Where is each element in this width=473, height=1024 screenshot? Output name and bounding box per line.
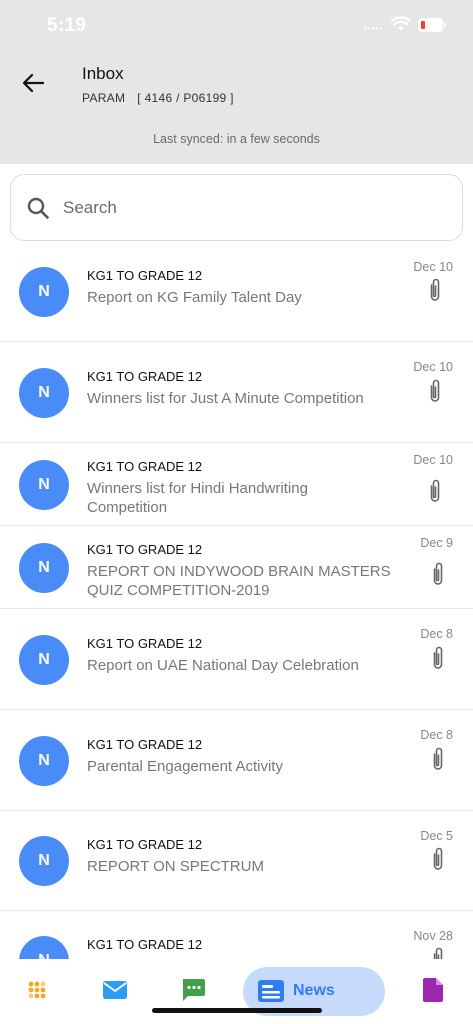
- student-info: PARAM [ 4146 / P06199 ]: [82, 91, 234, 105]
- avatar: N: [19, 459, 69, 510]
- message-row[interactable]: N KG1 TO GRADE 12 Winners list for Hindi H…: [0, 443, 473, 526]
- avatar: N: [19, 634, 69, 685]
- dots-grid-icon: [28, 981, 46, 999]
- student-name: PARAM: [82, 91, 126, 105]
- sync-status: Last synced: in a few seconds: [153, 132, 320, 146]
- message-sender: KG1 TO GRADE 12: [87, 459, 203, 474]
- message-sender: KG1 TO GRADE 12: [87, 635, 203, 651]
- attachment-icon: [430, 745, 446, 773]
- search-input[interactable]: [63, 189, 443, 227]
- attachment-icon: [427, 276, 443, 304]
- mail-icon: [103, 981, 127, 999]
- avatar: N: [19, 542, 69, 593]
- news-icon: [258, 980, 284, 1002]
- search-icon: [27, 197, 49, 219]
- page-title: Inbox: [82, 64, 124, 83]
- student-code: [ 4146 / P06199 ]: [137, 91, 234, 105]
- attachment-icon: [430, 945, 446, 959]
- message-row[interactable]: N KG1 TO GRADE 12 Report on KG Family Tale…: [0, 242, 473, 342]
- avatar: N: [19, 367, 69, 418]
- attachment-icon: [427, 477, 443, 505]
- message-row[interactable]: N KG1 TO GRADE 12 Report on UAE National D…: [0, 609, 473, 710]
- nav-item-documents[interactable]: [418, 975, 448, 1005]
- message-row[interactable]: N KG1 TO GRADE 12 REPORT ON INDYWOOD BRAIN…: [0, 526, 473, 609]
- avatar: N: [19, 735, 69, 786]
- message-subject: Report on UAE National Day Celebration: [87, 656, 359, 674]
- message-sender: KG1 TO GRADE 12: [87, 542, 203, 557]
- wifi-icon: [391, 16, 411, 31]
- document-icon: [423, 978, 443, 1002]
- message-date: Dec 10: [413, 453, 453, 467]
- chat-icon: [182, 979, 205, 1001]
- message-row[interactable]: N KG1 TO GRADE 12 Winners list for Just A …: [0, 342, 473, 443]
- message-subject: REPORT ON INDYWOOD BRAIN MASTERS QUIZ CO…: [87, 563, 391, 599]
- status-bar: 5:19 •••••: [0, 0, 473, 50]
- arrow-left-icon: [22, 73, 44, 93]
- inbox-header: Inbox PARAM [ 4146 / P06199 ] Last synced…: [0, 50, 473, 164]
- nav-item-dashboard[interactable]: [22, 975, 52, 1005]
- message-list[interactable]: N KG1 TO GRADE 12 Report on KG Family Tale…: [0, 242, 473, 959]
- message-date: Dec 10: [413, 260, 453, 274]
- attachment-icon: [430, 845, 446, 873]
- message-date: Dec 8: [420, 728, 453, 742]
- message-subject: Winners list for Just A Minute Competiti…: [87, 389, 364, 407]
- bottom-nav: News: [0, 959, 473, 1024]
- message-sender: KG1 TO GRADE 12: [87, 368, 203, 384]
- message-subject: Parental Engagement Activity: [87, 757, 283, 775]
- message-subject: Report on KG Family Talent Day: [87, 289, 302, 306]
- message-row[interactable]: N KG1 TO GRADE 12 Nov 28: [0, 911, 473, 959]
- message-subject: REPORT ON SPECTRUM: [87, 858, 264, 875]
- search-bar: [10, 174, 463, 241]
- battery-icon: [418, 18, 446, 32]
- home-indicator: [152, 1008, 322, 1013]
- signal-icon: •••••: [364, 24, 384, 33]
- message-sender: KG1 TO GRADE 12: [87, 268, 203, 283]
- message-sender: KG1 TO GRADE 12: [87, 736, 203, 752]
- message-date: Dec 5: [420, 829, 453, 843]
- message-date: Dec 10: [413, 360, 453, 374]
- status-time: 5:19: [47, 15, 87, 36]
- avatar: N: [19, 936, 69, 959]
- nav-item-mail[interactable]: [100, 975, 130, 1005]
- nav-item-chat[interactable]: [178, 975, 208, 1005]
- message-date: Dec 8: [420, 627, 453, 641]
- message-subject: Winners list for Hindi Handwriting Compe…: [87, 480, 308, 516]
- back-button[interactable]: [16, 66, 50, 100]
- message-row[interactable]: N KG1 TO GRADE 12 REPORT ON SPECTRUM Dec 5: [0, 811, 473, 911]
- attachment-icon: [430, 560, 446, 588]
- message-date: Nov 28: [413, 929, 453, 943]
- nav-news-label: News: [293, 982, 335, 999]
- attachment-icon: [427, 377, 443, 405]
- attachment-icon: [430, 644, 446, 672]
- message-date: Dec 9: [420, 536, 453, 550]
- avatar: N: [19, 267, 69, 317]
- avatar: N: [19, 836, 69, 886]
- message-sender: KG1 TO GRADE 12: [87, 837, 203, 852]
- message-row[interactable]: N KG1 TO GRADE 12 Parental Engagement Acti…: [0, 710, 473, 811]
- message-sender: KG1 TO GRADE 12: [87, 937, 203, 952]
